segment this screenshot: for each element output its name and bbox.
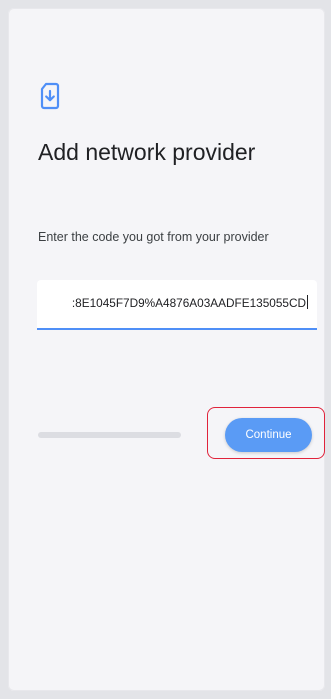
setup-screen: Add network provider Enter the code you …: [8, 8, 325, 691]
instruction-text: Enter the code you got from your provide…: [38, 230, 269, 244]
sim-download-icon: [40, 82, 60, 110]
activation-code-input[interactable]: :8E1045F7D9%A4876A03AADFE135055CD: [37, 280, 317, 330]
activation-code-value[interactable]: :8E1045F7D9%A4876A03AADFE135055CD: [72, 295, 308, 310]
progress-bar: [38, 432, 181, 438]
continue-button[interactable]: Continue: [225, 418, 312, 452]
text-cursor: [307, 295, 308, 309]
page-title: Add network provider: [38, 139, 256, 165]
